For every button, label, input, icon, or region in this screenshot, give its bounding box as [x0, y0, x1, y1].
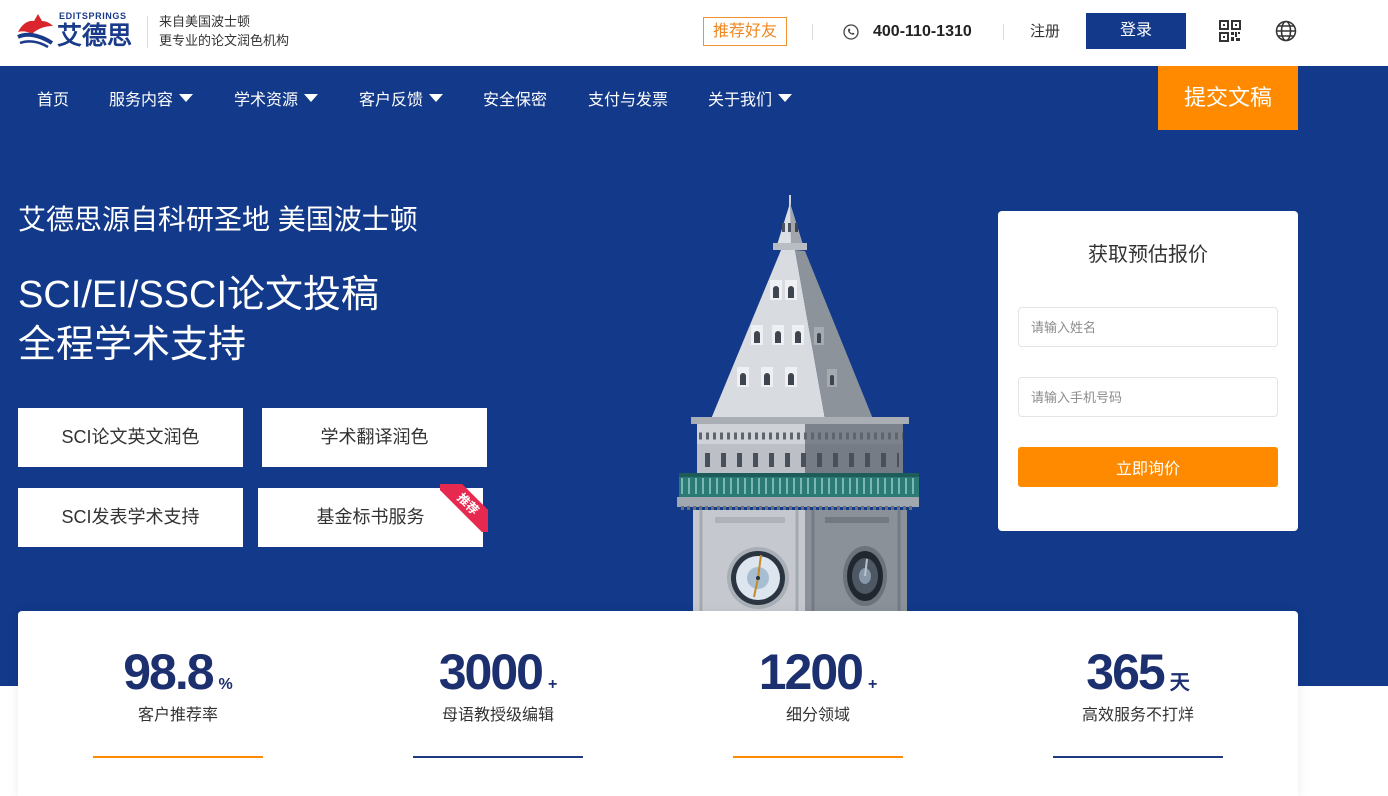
tagline-line-1: 来自美国波士顿 — [159, 14, 251, 29]
nav-item-label: 客户反馈 — [359, 92, 424, 109]
inquire-now-button[interactable]: 立即询价 — [1018, 447, 1278, 487]
phone-icon — [843, 24, 859, 40]
service-button-sci-editing[interactable]: SCI论文英文润色 — [18, 408, 243, 467]
caret-down-icon — [179, 94, 194, 102]
phone-number[interactable]: 400-110-1310 — [873, 21, 972, 43]
nav-item-about[interactable]: 关于我们 — [708, 66, 793, 130]
stat-label: 细分领域 — [785, 707, 850, 724]
nav-item-security[interactable]: 安全保密 — [483, 66, 547, 130]
refer-friend-button[interactable]: 推荐好友 — [703, 17, 787, 46]
service-button-publication-support[interactable]: SCI发表学术支持 — [18, 488, 243, 547]
login-button[interactable]: 登录 — [1086, 13, 1186, 49]
stats-panel: 98.8 % 客户推荐率 3000 + 母语教授级编辑 1200 + 细分领域 … — [18, 611, 1298, 796]
nav-item-label: 关于我们 — [708, 92, 773, 109]
nav-item-label: 支付与发票 — [588, 92, 669, 109]
quote-form-title: 获取预估报价 — [1088, 244, 1208, 266]
stat-value: 365 — [1086, 644, 1165, 700]
globe-icon[interactable] — [1275, 20, 1297, 42]
divider — [147, 16, 148, 48]
nav-item-resources[interactable]: 学术资源 — [234, 66, 319, 130]
hero-title-line-1: SCI/EI/SSCI论文投稿 — [18, 274, 380, 316]
nav-item-label: 学术资源 — [234, 92, 299, 109]
hero-banner: 艾德思源自科研圣地 美国波士顿 SCI/EI/SSCI论文投稿 全程学术支持 S… — [0, 130, 1388, 686]
stat-number: 3000 + — [338, 647, 658, 697]
stat-accent-line — [733, 756, 903, 758]
service-button-translation[interactable]: 学术翻译润色 — [262, 408, 487, 467]
stat-label: 客户推荐率 — [137, 707, 218, 724]
stat-value: 98.8 — [123, 644, 214, 700]
recommended-badge: 推荐 — [440, 484, 488, 532]
nav-item-services[interactable]: 服务内容 — [109, 66, 194, 130]
qr-code-icon[interactable] — [1219, 20, 1241, 42]
stat-item: 98.8 % 客户推荐率 — [18, 611, 338, 796]
caret-down-icon — [778, 94, 793, 102]
stat-item: 365 天 高效服务不打烊 — [978, 611, 1298, 796]
stat-accent-line — [93, 756, 263, 758]
stat-unit: % — [218, 676, 233, 693]
stat-accent-line — [1053, 756, 1223, 758]
caret-down-icon — [429, 94, 444, 102]
stat-number: 98.8 % — [18, 647, 338, 697]
submit-manuscript-button[interactable]: 提交文稿 — [1158, 66, 1298, 130]
nav-item-payment[interactable]: 支付与发票 — [588, 66, 668, 130]
nav-item-label: 服务内容 — [109, 92, 174, 109]
nav-item-feedback[interactable]: 客户反馈 — [359, 66, 444, 130]
tagline: 来自美国波士顿 更专业的论文润色机构 — [159, 12, 289, 50]
stat-accent-line — [413, 756, 583, 758]
stat-label: 母语教授级编辑 — [441, 707, 554, 724]
recommended-ribbon: 推荐 — [440, 484, 488, 532]
tagline-line-2: 更专业的论文润色机构 — [159, 33, 290, 48]
nav-item-label: 安全保密 — [483, 92, 548, 109]
stat-item: 3000 + 母语教授级编辑 — [338, 611, 658, 796]
register-link[interactable]: 注册 — [1030, 21, 1060, 43]
stat-value: 1200 — [758, 644, 864, 700]
stat-unit: + — [867, 676, 878, 693]
hero-subtitle: 艾德思源自科研圣地 美国波士顿 — [18, 204, 418, 235]
stat-number: 365 天 — [978, 647, 1298, 697]
stat-item: 1200 + 细分领域 — [658, 611, 978, 796]
divider — [1003, 24, 1004, 40]
quote-form-card: 获取预估报价 立即询价 — [998, 211, 1298, 531]
logo-swoosh-icon[interactable] — [16, 12, 54, 49]
top-header: EDITSPRINGS 艾德思 来自美国波士顿 更专业的论文润色机构 推荐好友 … — [0, 0, 1388, 66]
stat-number: 1200 + — [658, 647, 978, 697]
phone-input[interactable] — [1018, 377, 1278, 417]
stat-unit: 天 — [1169, 672, 1190, 694]
hero-title: SCI/EI/SSCI论文投稿 全程学术支持 — [18, 270, 379, 370]
divider — [812, 24, 813, 40]
main-nav: 首页 服务内容 学术资源 客户反馈 安全保密 支付与发票 关于我们 提交文稿 — [0, 66, 1388, 130]
stat-value: 3000 — [438, 644, 544, 700]
stat-unit: + — [547, 676, 558, 693]
hero-title-line-2: 全程学术支持 — [18, 324, 247, 366]
logo-wordmark-cn[interactable]: 艾德思 — [57, 21, 132, 51]
caret-down-icon — [304, 94, 319, 102]
clock-tower-image — [677, 195, 919, 615]
stat-label: 高效服务不打烊 — [1081, 707, 1194, 724]
nav-item-home[interactable]: 首页 — [37, 66, 69, 130]
nav-item-label: 首页 — [37, 92, 70, 109]
name-input[interactable] — [1018, 307, 1278, 347]
